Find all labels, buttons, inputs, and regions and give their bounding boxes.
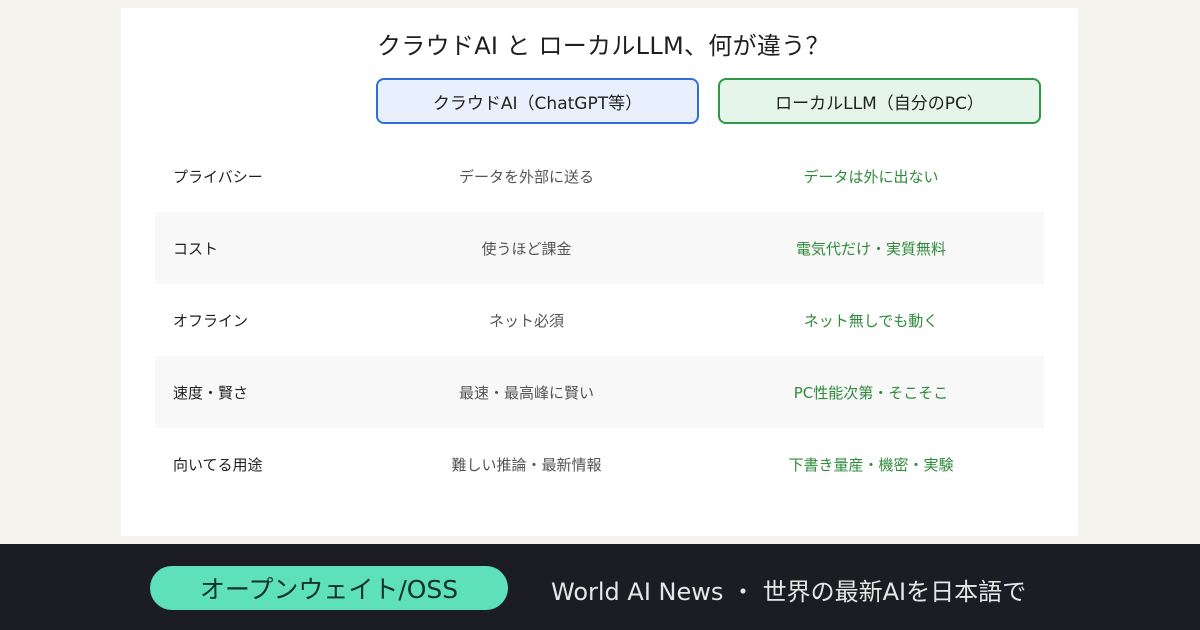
cloud-cell: 最速・最高峰に賢い <box>458 383 594 402</box>
local-cell: ネット無しでも動く <box>803 311 939 330</box>
row-label: 速度・賢さ <box>173 383 249 402</box>
cloud-cell: データを外部に送る <box>458 167 594 186</box>
row-label: 向いてる用途 <box>173 455 263 474</box>
row-label: コスト <box>173 239 219 258</box>
local-cell: 下書き量産・機密・実験 <box>788 455 954 474</box>
column-header-local: ローカルLLM（自分のPC） <box>718 78 1041 124</box>
local-cell: PC性能次第・そこそこ <box>793 383 949 402</box>
local-cell: 電気代だけ・実質無料 <box>795 239 946 258</box>
cloud-cell: ネット必須 <box>488 311 564 330</box>
row-label: プライバシー <box>173 167 263 186</box>
table-row: オフライン ネット必須 ネット無しでも動く <box>155 284 1044 356</box>
footer-bar: オープンウェイト/OSS World AI News ・ 世界の最新AIを日本語… <box>0 544 1200 630</box>
page-title: クラウドAI と ローカルLLM、何が違う？ <box>377 32 830 60</box>
comparison-table: プライバシー データを外部に送る データは外に出ない コスト 使うほど課金 電気… <box>155 140 1044 500</box>
comparison-card: クラウドAI と ローカルLLM、何が違う？ クラウドAI（ChatGPT等） … <box>121 8 1078 536</box>
table-row: コスト 使うほど課金 電気代だけ・実質無料 <box>155 212 1044 284</box>
category-tag: オープンウェイト/OSS <box>150 566 508 610</box>
local-cell: データは外に出ない <box>803 167 939 186</box>
table-row: 速度・賢さ 最速・最高峰に賢い PC性能次第・そこそこ <box>155 356 1044 428</box>
table-row: プライバシー データを外部に送る データは外に出ない <box>155 140 1044 212</box>
column-header-cloud: クラウドAI（ChatGPT等） <box>376 78 699 124</box>
row-label: オフライン <box>173 311 249 330</box>
site-brand: World AI News ・ 世界の最新AIを日本語で <box>551 578 1027 606</box>
cloud-cell: 使うほど課金 <box>481 239 572 258</box>
table-row: 向いてる用途 難しい推論・最新情報 下書き量産・機密・実験 <box>155 428 1044 500</box>
cloud-cell: 難しい推論・最新情報 <box>451 455 602 474</box>
